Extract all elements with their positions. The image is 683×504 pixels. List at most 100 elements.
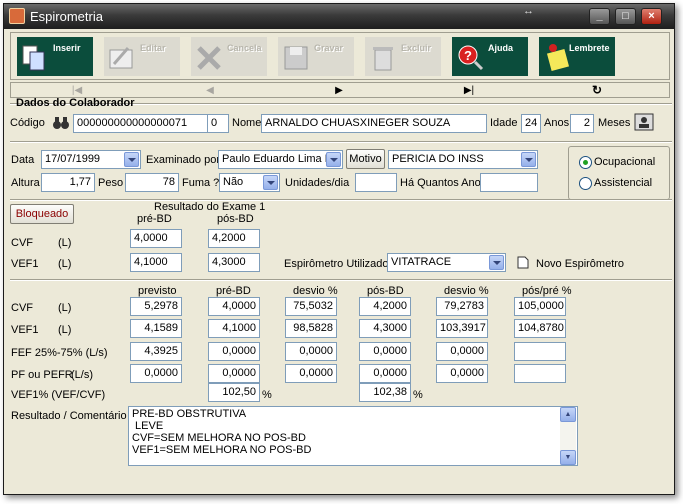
exame1-vef1-pre-field[interactable]: 4,1000 [130, 253, 182, 272]
results-cell-field[interactable]: 0,0000 [208, 364, 260, 383]
refresh-icon[interactable]: ↻ [587, 84, 607, 97]
exame1-cvf-pos-field[interactable]: 4,2000 [208, 229, 260, 248]
data-label: Data [11, 154, 35, 166]
nav-last-button[interactable]: ▶| [459, 84, 479, 97]
unidades-field[interactable] [355, 173, 397, 192]
results-cell-field[interactable]: 79,2783 [436, 297, 488, 316]
vef-ratio-pos-field[interactable]: 102,38 [359, 383, 411, 402]
exame1-col-pos: pós-BD [217, 213, 254, 225]
espirometro-dropdown-button[interactable] [489, 255, 504, 270]
ajuda-button[interactable]: ? Ajuda [452, 37, 528, 76]
fuma-dropdown-button[interactable] [263, 175, 278, 190]
motivo-dropdown-button[interactable] [521, 152, 536, 167]
comentario-textarea[interactable]: PRE-BD OBSTRUTIVA LEVE CVF=SEM MELHORA N… [128, 406, 578, 466]
examinado-dropdown-button[interactable] [326, 152, 341, 167]
results-row-label: CVF [11, 302, 33, 314]
examinado-select[interactable]: Paulo Eduardo Lima L [218, 150, 343, 169]
meses-field[interactable]: 2 [570, 114, 594, 133]
editar-button[interactable]: Editar [104, 37, 180, 76]
results-cell-field[interactable]: 4,1589 [130, 319, 182, 338]
altura-field[interactable]: 1,77 [41, 173, 95, 192]
new-document-icon[interactable] [517, 256, 529, 269]
results-cell-field[interactable]: 4,3925 [130, 342, 182, 361]
results-cell-field[interactable]: 4,2000 [359, 297, 411, 316]
results-cell-field[interactable]: 98,5828 [285, 319, 337, 338]
results-cell-field[interactable]: 0,0000 [436, 342, 488, 361]
excluir-button[interactable]: Excluir [365, 37, 441, 76]
unidades-label: Unidades/dia [285, 177, 350, 189]
results-row-label: VEF1 [11, 324, 39, 336]
results-cell-field[interactable]: 105,0000 [514, 297, 566, 316]
assistencial-radio[interactable] [579, 177, 592, 190]
photo-id-icon[interactable] [634, 112, 656, 132]
fuma-label: Fuma ? [182, 177, 220, 189]
cancel-x-icon [197, 46, 221, 70]
vef-ratio-pos-pct: % [413, 389, 423, 401]
bloqueado-button[interactable]: Bloqueado [10, 204, 74, 224]
motivo-select[interactable]: PERICIA DO INSS [388, 150, 538, 169]
vef-ratio-pre-field[interactable]: 102,50 [208, 383, 260, 402]
results-cell-field[interactable]: 0,0000 [208, 342, 260, 361]
results-cell-field[interactable] [514, 364, 566, 383]
exame1-vef1-pos-field[interactable]: 4,3000 [208, 253, 260, 272]
meses-label: Meses [598, 117, 631, 129]
espirometria-window: Espirometria ↔ _ □ × Inserir Editar Canc… [3, 3, 675, 495]
results-row-unit: (L) [58, 302, 72, 314]
motivo-button[interactable]: Motivo [346, 149, 385, 169]
nav-next-button[interactable]: ▶ [329, 84, 349, 97]
vef-ratio-pre-pct: % [262, 389, 272, 401]
results-cell-field[interactable]: 4,1000 [208, 319, 260, 338]
results-cell-field[interactable]: 0,0000 [285, 342, 337, 361]
close-button[interactable]: × [641, 8, 662, 25]
gravar-button[interactable]: Gravar [278, 37, 354, 76]
results-column-header: previsto [138, 285, 177, 297]
results-cell-field[interactable]: 0,0000 [285, 364, 337, 383]
results-cell-field[interactable]: 4,0000 [208, 297, 260, 316]
results-cell-field[interactable]: 0,0000 [359, 364, 411, 383]
data-dropdown-button[interactable] [124, 152, 139, 167]
binoculars-search-icon[interactable] [53, 115, 69, 131]
quantos-label: Há Quantos Ano [400, 177, 481, 189]
anos-field[interactable]: 24 [521, 114, 541, 133]
vef-ratio-label: VEF1% (VEF/CVF) [11, 389, 106, 401]
results-cell-field[interactable]: 4,3000 [359, 319, 411, 338]
peso-field[interactable]: 78 [125, 173, 179, 192]
maximize-button[interactable]: □ [615, 8, 636, 25]
exame1-row-unit: (L) [58, 237, 72, 249]
nav-prev-button[interactable]: ◀ [200, 84, 220, 97]
toolbar: Inserir Editar Cancela Gravar Excluir ? … [10, 32, 670, 80]
minimize-button[interactable]: _ [589, 8, 610, 25]
comentario-label: Resultado / Comentário [11, 410, 127, 422]
nav-first-button[interactable]: |◀ [67, 84, 87, 97]
results-cell-field[interactable]: 5,2978 [130, 297, 182, 316]
examinado-label: Examinado por [146, 154, 220, 166]
codigo-digit-field[interactable]: 0 [207, 114, 229, 133]
quantos-field[interactable] [480, 173, 538, 192]
lembrete-button[interactable]: Lembrete [539, 37, 615, 76]
exame1-cvf-pre-field[interactable]: 4,0000 [130, 229, 182, 248]
codigo-field[interactable]: 000000000000000071 [73, 114, 208, 133]
divider [10, 279, 672, 281]
scroll-down-button[interactable]: ▼ [560, 450, 576, 465]
divider [10, 199, 672, 201]
results-cell-field[interactable]: 0,0000 [130, 364, 182, 383]
results-cell-field[interactable]: 104,8780 [514, 319, 566, 338]
nome-label: Nome [232, 117, 262, 129]
cancela-button[interactable]: Cancela [191, 37, 267, 76]
ocupacional-radio[interactable] [579, 156, 592, 169]
results-cell-field[interactable] [514, 342, 566, 361]
nome-field[interactable]: ARNALDO CHUASXINEGER SOUZA [261, 114, 487, 133]
peso-label: Peso [98, 177, 124, 189]
results-cell-field[interactable]: 75,5032 [285, 297, 337, 316]
data-field[interactable]: 17/07/1999 [41, 150, 141, 169]
comentario-scrollbar[interactable]: ▲ ▼ [560, 407, 576, 465]
fuma-select[interactable]: Não [219, 173, 280, 192]
inserir-button[interactable]: Inserir [17, 37, 93, 76]
novo-espirometro-link[interactable]: Novo Espirômetro [536, 258, 624, 270]
espirometro-select[interactable]: VITATRACE [387, 253, 506, 272]
results-cell-field[interactable]: 103,3917 [436, 319, 488, 338]
scroll-up-button[interactable]: ▲ [560, 407, 576, 422]
results-cell-field[interactable]: 0,0000 [359, 342, 411, 361]
results-cell-field[interactable]: 0,0000 [436, 364, 488, 383]
edit-icon [109, 47, 133, 69]
